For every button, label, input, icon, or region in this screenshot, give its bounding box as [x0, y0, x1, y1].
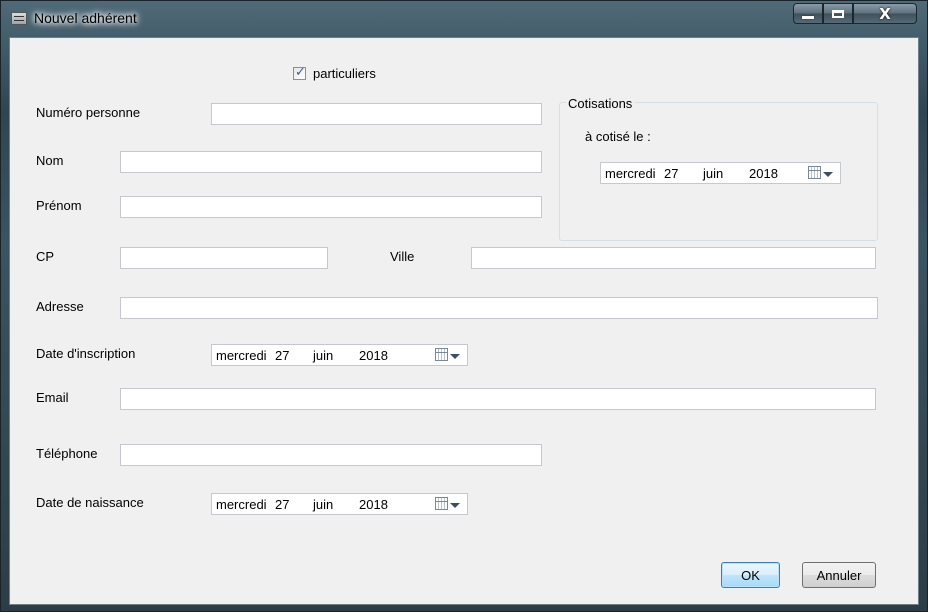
email-label: Email — [36, 390, 69, 405]
ville-label: Ville — [390, 249, 415, 264]
cp-input[interactable] — [120, 247, 328, 269]
cotisation-month: juin — [703, 166, 724, 181]
cp-label: CP — [36, 249, 55, 264]
chevron-down-icon[interactable] — [823, 172, 833, 177]
check-icon: ✓ — [295, 65, 306, 80]
cotisation-date-label: à cotisé le : — [585, 129, 651, 144]
numero-personne-input[interactable] — [211, 103, 542, 125]
close-button[interactable]: X — [853, 3, 917, 24]
telephone-label: Téléphone — [36, 446, 98, 461]
calendar-icon[interactable] — [435, 497, 448, 510]
cotisation-day: 27 — [664, 166, 679, 181]
calendar-icon[interactable] — [435, 348, 448, 361]
prenom-label: Prénom — [36, 198, 82, 213]
window-title: Nouvel adhérent — [34, 10, 137, 26]
cotisations-group-title: Cotisations — [566, 96, 635, 111]
maximize-icon — [832, 9, 844, 18]
chevron-down-icon[interactable] — [450, 354, 460, 359]
date-inscription-picker[interactable]: mercredi 27 juin 2018 — [211, 344, 468, 366]
date-naissance-label: Date de naissance — [36, 495, 144, 510]
caption-buttons: X — [793, 3, 917, 25]
inscription-month: juin — [313, 348, 334, 363]
naissance-weekday: mercredi — [216, 497, 267, 512]
nom-label: Nom — [36, 153, 64, 168]
numero-personne-label: Numéro personne — [36, 105, 141, 120]
chevron-down-icon[interactable] — [450, 503, 460, 508]
cotisation-date-picker[interactable]: mercredi 27 juin 2018 — [600, 162, 841, 184]
annuler-button[interactable]: Annuler — [802, 562, 876, 588]
email-input[interactable] — [120, 388, 876, 410]
date-naissance-picker[interactable]: mercredi 27 juin 2018 — [211, 493, 468, 515]
prenom-input[interactable] — [120, 196, 542, 218]
date-inscription-label: Date d'inscription — [36, 346, 136, 361]
calendar-icon[interactable] — [808, 166, 821, 179]
form-client-area: ✓ particuliers Numéro personne Nom Préno… — [9, 37, 919, 605]
ville-input[interactable] — [471, 247, 876, 269]
naissance-day: 27 — [275, 497, 290, 512]
inscription-year: 2018 — [359, 348, 388, 363]
close-icon: X — [879, 4, 891, 23]
telephone-input[interactable] — [120, 444, 542, 466]
particuliers-checkbox[interactable]: ✓ — [293, 65, 306, 80]
particuliers-label: particuliers — [313, 66, 376, 81]
ok-button[interactable]: OK — [721, 562, 780, 588]
naissance-month: juin — [313, 497, 334, 512]
title-bar[interactable]: Nouvel adhérent X — [1, 1, 928, 37]
form-app-icon[interactable] — [11, 12, 27, 25]
cotisation-year: 2018 — [749, 166, 778, 181]
inscription-weekday: mercredi — [216, 348, 267, 363]
inscription-day: 27 — [275, 348, 290, 363]
naissance-year: 2018 — [359, 497, 388, 512]
minimize-icon — [802, 16, 814, 19]
dialog-window: Nouvel adhérent X ✓ particuliers Numéro … — [0, 0, 928, 612]
maximize-button[interactable] — [823, 3, 853, 24]
adresse-label: Adresse — [36, 299, 84, 314]
cotisation-weekday: mercredi — [605, 166, 656, 181]
minimize-button[interactable] — [793, 3, 823, 24]
adresse-input[interactable] — [120, 297, 878, 319]
nom-input[interactable] — [120, 151, 542, 173]
